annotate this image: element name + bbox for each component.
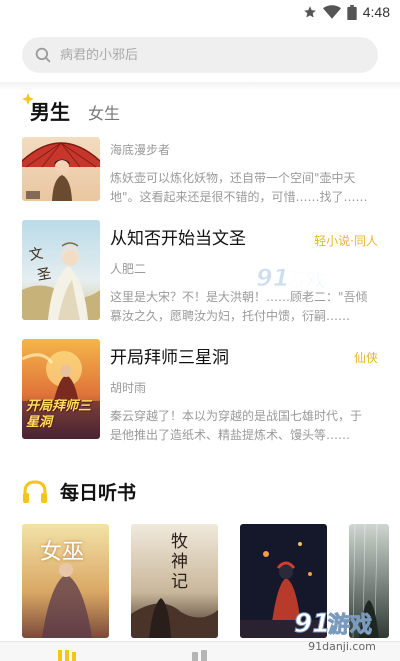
gender-tabs: 男生 女生 (22, 93, 120, 125)
tab-female[interactable]: 女生 (88, 100, 120, 125)
section-daily-audio-header: 每日听书 (22, 478, 136, 505)
book-title[interactable]: 开局拜师三星洞 (110, 343, 229, 368)
audio-book-cover[interactable]: 女巫 (22, 524, 109, 638)
bookshelf-icon[interactable] (56, 650, 78, 661)
section-title: 每日听书 (60, 482, 137, 504)
bottom-nav-bar (0, 641, 400, 661)
tab-female-label: 女生 (88, 104, 121, 123)
svg-text:圣: 圣 (36, 266, 53, 284)
book-genre-tag[interactable]: 仙侠 (354, 349, 378, 366)
search-icon (35, 47, 51, 63)
book-cover[interactable] (22, 137, 100, 201)
tab-male[interactable]: 男生 (22, 93, 70, 125)
headphones-icon (23, 479, 47, 503)
svg-text:文: 文 (28, 246, 45, 264)
audio-cover-art (240, 524, 327, 638)
book-item[interactable]: 开局拜师三星洞 开局拜师三星洞 仙侠 胡时雨 秦云穿越了！本以为穿越的是战国七雄… (22, 339, 382, 442)
book-description: 秦云穿越了！本以为穿越的是战国七雄时代，于是他推出了造纸术、精盐提炼术、馒头等…… (110, 409, 363, 442)
status-bar: 4:48 (0, 0, 400, 26)
audio-cover-title: 女巫 (40, 540, 85, 565)
book-genre-tag[interactable]: 轻小说·同人 (314, 232, 378, 249)
book-cover-title: 开局拜师三星洞 (26, 399, 92, 430)
wifi-icon (322, 5, 341, 19)
audio-book-cover[interactable]: 牧神记 (131, 524, 218, 638)
book-title[interactable]: 从知否开始当文圣 (110, 224, 246, 249)
book-author: 海底漫步者 (110, 143, 171, 157)
tab-highlight-icon (22, 93, 34, 105)
battery-icon (347, 4, 357, 20)
book-cover[interactable]: 开局拜师三星洞 (22, 339, 100, 439)
book-description: 炼妖壶可以炼化妖物，还自带一个空间"壶中天地"。这看起来还是很不错的，可惜……找… (110, 171, 368, 204)
search-input[interactable] (60, 47, 340, 63)
star-icon (303, 6, 316, 18)
audio-cover-title: 牧神记 (171, 532, 188, 592)
book-cover[interactable]: 文 圣 (22, 220, 100, 320)
book-cover-art: 文 圣 (22, 220, 100, 320)
audio-book-cover[interactable] (240, 524, 327, 638)
audio-cover-row: 女巫 牧神记 (22, 524, 389, 638)
book-item[interactable]: 文 圣 从知否开始当文圣 轻小说·同人 人肥二 这里是大宋？不！是大洪朝！……顾… (22, 220, 382, 323)
category-icon[interactable] (190, 650, 210, 661)
search-bar[interactable] (22, 37, 378, 73)
book-author: 胡时雨 (110, 381, 147, 395)
audio-cover-art (349, 524, 389, 638)
book-author: 人肥二 (110, 262, 147, 276)
header-divider (0, 82, 400, 90)
status-time: 4:48 (362, 4, 390, 20)
book-cover-art (22, 137, 100, 201)
tab-male-label: 男生 (30, 100, 70, 124)
audio-book-cover[interactable] (349, 524, 389, 638)
book-item[interactable]: 海底漫步者 炼妖壶可以炼化妖物，还自带一个空间"壶中天地"。这看起来还是很不错的… (22, 137, 382, 204)
book-description: 这里是大宋？不！是大洪朝！……顾老二："吾倾慕汝之久，愿聘汝为妇，托付中馈，衍嗣… (110, 290, 368, 323)
